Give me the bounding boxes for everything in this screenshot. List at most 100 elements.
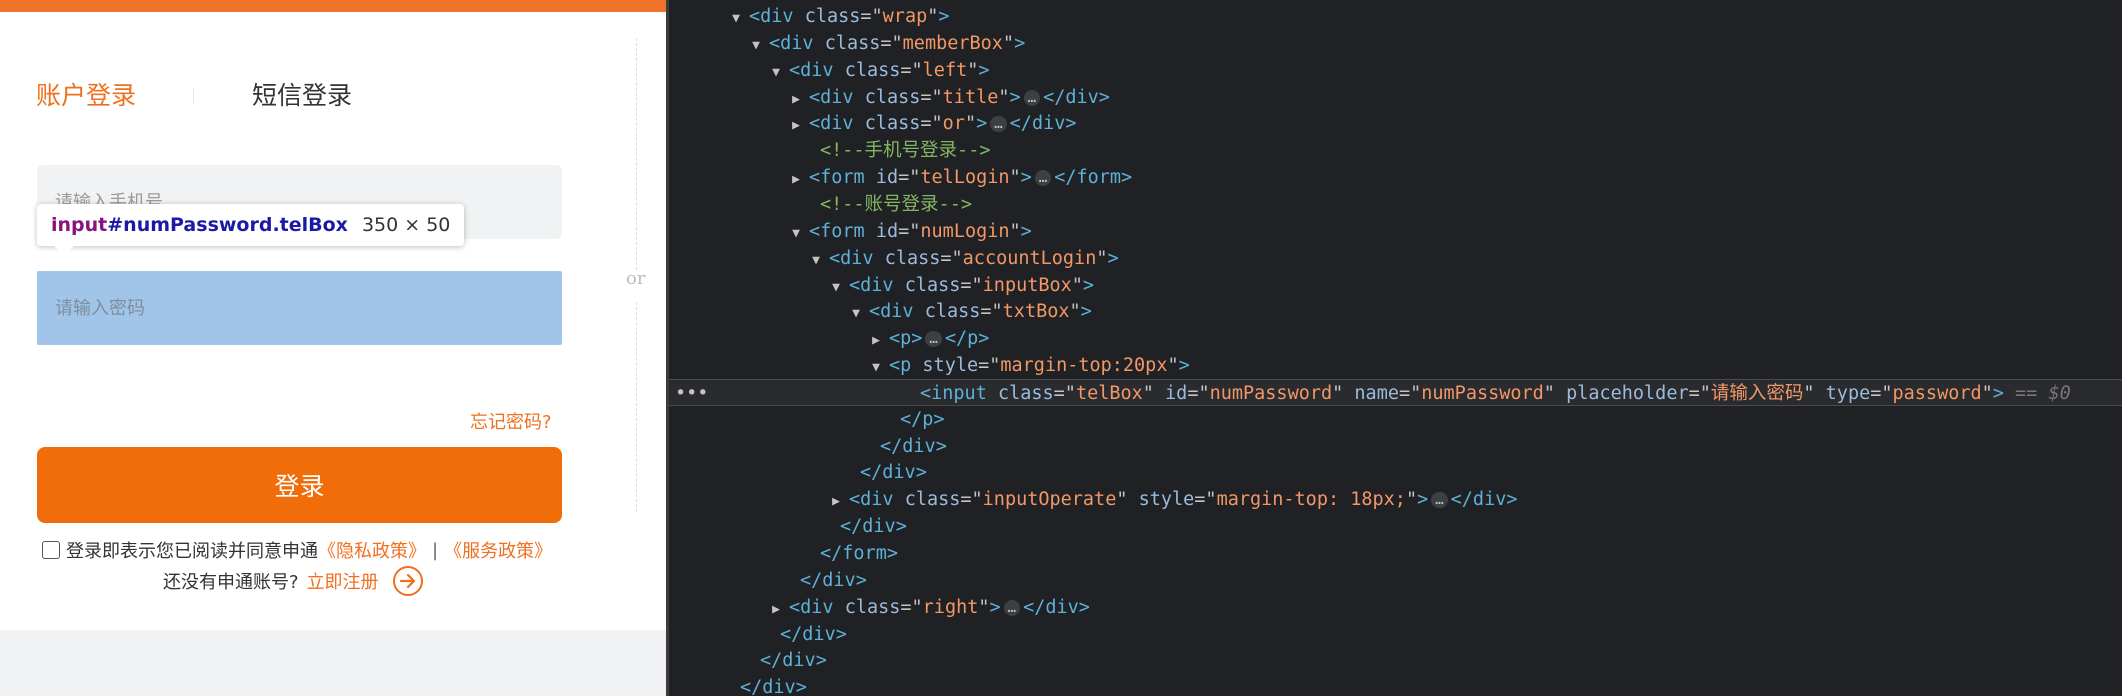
dom-tree-row[interactable]: ▼ <p style="margin-top:20px">	[669, 352, 2122, 379]
dom-node[interactable]: ▶ <div class="title">… </div>	[789, 84, 1110, 113]
arrow-right-circle-icon[interactable]	[392, 566, 423, 596]
attr-eq: ="	[1688, 382, 1711, 404]
dom-tree-row[interactable]: ▼ <div class="left">	[669, 57, 2122, 84]
dom-node[interactable]: ▶ <p>… </p>	[869, 325, 989, 354]
dom-node[interactable]: </div>	[860, 433, 947, 460]
attr-quote: "	[1405, 489, 1418, 511]
privacy-policy-link[interactable]: 《隐私政策》	[318, 537, 426, 563]
collapse-triangle-icon[interactable]: ▶	[789, 166, 803, 193]
forgot-password-link[interactable]: 忘记密码?	[470, 408, 552, 434]
dom-node[interactable]: ▶ <div class="inputOperate" style="margin…	[829, 486, 1517, 515]
closing-tag: </div>	[1450, 489, 1518, 511]
service-policy-link[interactable]: 《服务政策》	[444, 537, 552, 563]
dom-tree-row[interactable]: ▶ <div class="title">… </div>	[669, 84, 2122, 111]
collapse-triangle-icon[interactable]: ▶	[829, 488, 843, 515]
dom-node[interactable]: </div>	[740, 647, 827, 674]
dom-tree-row[interactable]: ▼ <div class="accountLogin">	[669, 245, 2122, 272]
tab-divider	[193, 88, 194, 104]
dom-tree-row[interactable]: ▼ <div class="txtBox">	[669, 298, 2122, 325]
dom-node[interactable]: ▼ <div class="left">	[769, 57, 990, 86]
dom-node[interactable]: ▼ <form id="numLogin">	[789, 218, 1032, 247]
dom-tree-row[interactable]: </p>	[669, 406, 2122, 433]
attr-quote: "	[1142, 382, 1154, 404]
expand-triangle-icon[interactable]: ▼	[809, 247, 823, 274]
ellipsis-icon[interactable]: …	[990, 116, 1007, 133]
dom-node[interactable]: ▶ <div class="right">… </div>	[769, 594, 1090, 623]
expand-triangle-icon[interactable]: ▼	[869, 354, 883, 381]
attr-value: title	[942, 86, 999, 108]
login-button[interactable]: 登录	[37, 447, 562, 523]
dom-tree-row[interactable]: </div>	[669, 513, 2122, 540]
tag-end: >	[978, 59, 990, 81]
attr-name: class	[833, 59, 901, 81]
dom-tree-row[interactable]: ▼ <div class="memberBox">	[669, 30, 2122, 57]
collapse-triangle-icon[interactable]: ▶	[769, 596, 783, 623]
dom-tree-row[interactable]: ▼ <form id="numLogin">	[669, 218, 2122, 245]
expand-triangle-icon[interactable]: ▼	[769, 59, 783, 86]
dom-tree-row[interactable]: </div>	[669, 459, 2122, 486]
dom-node[interactable]: </div>	[720, 674, 807, 696]
password-input[interactable]	[37, 271, 562, 345]
dom-tree-row[interactable]: ••• <input class="telBox" id="numPassword…	[669, 378, 2122, 407]
login-panel: 账户登录 短信登录 or 忘记密码? 登录 登录即表示您已阅读并同意申通 《隐私…	[0, 12, 666, 630]
dom-node[interactable]: </div>	[760, 621, 847, 648]
attr-eq: ="	[960, 489, 983, 511]
dom-node[interactable]: <!--账号登录-->	[800, 191, 972, 218]
dom-node[interactable]: ▼ <div class="wrap">	[729, 3, 949, 32]
more-options-icon[interactable]: •••	[675, 380, 708, 407]
ellipsis-icon[interactable]: …	[1431, 492, 1448, 509]
attr-name: class	[873, 247, 941, 269]
dom-tree-row[interactable]: ▶ <form id="telLogin">… </form>	[669, 164, 2122, 191]
dom-tree-row[interactable]: ▶ <div class="right">… </div>	[669, 594, 2122, 621]
ellipsis-icon[interactable]: …	[1023, 89, 1041, 106]
dom-tree-row[interactable]: <!--账号登录-->	[669, 191, 2122, 218]
tooltip-tag: input	[51, 214, 108, 236]
dom-node[interactable]: ▼ <div class="accountLogin">	[809, 245, 1119, 274]
ellipsis-icon[interactable]: …	[1034, 170, 1052, 187]
collapse-triangle-icon[interactable]: ▶	[789, 86, 803, 113]
dom-tree-row[interactable]: </div>	[669, 647, 2122, 674]
dom-tree-row[interactable]: </div>	[669, 567, 2122, 594]
dom-node[interactable]: </div>	[820, 513, 907, 540]
dom-node[interactable]: ▼ <div class="txtBox">	[849, 298, 1092, 327]
ellipsis-icon[interactable]: …	[1003, 599, 1021, 616]
dom-tree-row[interactable]: ▶ <p>… </p>	[669, 325, 2122, 352]
dom-node[interactable]: ▼ <div class="memberBox">	[749, 30, 1025, 59]
dom-node[interactable]: ▼ <div class="inputBox">	[829, 272, 1094, 301]
dom-tree-row[interactable]: </div>	[669, 433, 2122, 460]
collapse-triangle-icon[interactable]: ▶	[869, 327, 883, 354]
agree-checkbox[interactable]	[42, 541, 60, 559]
register-link[interactable]: 立即注册	[307, 568, 379, 594]
dom-tree-row[interactable]: </div>	[669, 621, 2122, 648]
link-separator: |	[432, 539, 439, 561]
dom-tree-row[interactable]: ▼ <div class="wrap">	[669, 3, 2122, 30]
dom-tree-row[interactable]: <!--手机号登录-->	[669, 137, 2122, 164]
dom-node[interactable]: <input class="telBox" id="numPassword" n…	[900, 380, 2071, 407]
expand-triangle-icon[interactable]: ▼	[849, 300, 863, 327]
ellipsis-icon[interactable]: …	[925, 331, 942, 348]
dom-node[interactable]: </form>	[800, 540, 898, 567]
tab-account-login[interactable]: 账户登录	[36, 76, 136, 112]
attr-quote: "	[964, 113, 977, 135]
dom-node[interactable]: </div>	[780, 567, 867, 594]
dom-node[interactable]: ▶ <div class="or">… </div>	[789, 110, 1076, 139]
dom-tree-row[interactable]: ▶ <div class="or">… </div>	[669, 110, 2122, 137]
dom-tree-row[interactable]: </form>	[669, 540, 2122, 567]
dom-node[interactable]: ▼ <p style="margin-top:20px">	[869, 352, 1190, 381]
dom-tree-row[interactable]: </div>	[669, 674, 2122, 696]
expand-triangle-icon[interactable]: ▼	[749, 32, 763, 59]
dom-tree-row[interactable]: ▶ <div class="inputOperate" style="margin…	[669, 486, 2122, 513]
dom-node[interactable]: <!--手机号登录-->	[800, 137, 990, 164]
expand-triangle-icon[interactable]: ▼	[729, 5, 743, 32]
attr-value: password	[1892, 382, 1982, 404]
expand-triangle-icon[interactable]: ▼	[829, 274, 843, 301]
attr-quote: "	[1009, 167, 1021, 189]
attr-name: class	[853, 113, 921, 135]
dom-node[interactable]: ▶ <form id="telLogin">… </form>	[789, 164, 1132, 193]
dom-tree-row[interactable]: ▼ <div class="inputBox">	[669, 272, 2122, 299]
expand-triangle-icon[interactable]: ▼	[789, 220, 803, 247]
dom-node[interactable]: </div>	[840, 459, 927, 486]
collapse-triangle-icon[interactable]: ▶	[789, 112, 803, 139]
dom-node[interactable]: </p>	[880, 406, 945, 433]
tab-sms-login[interactable]: 短信登录	[252, 76, 352, 112]
